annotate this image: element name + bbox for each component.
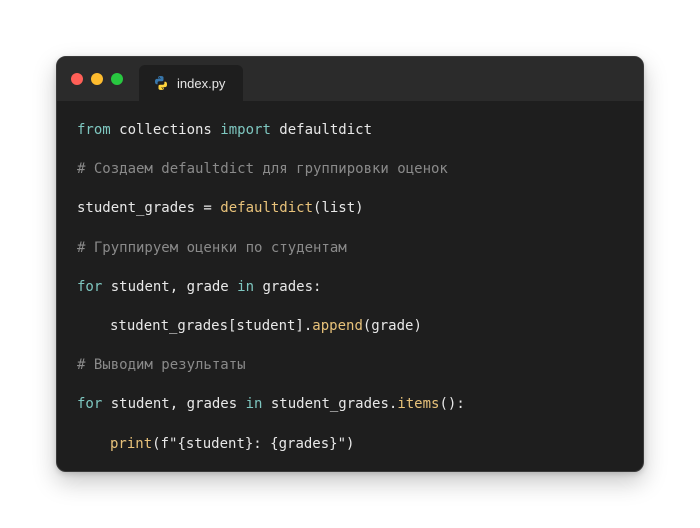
tab-index-py[interactable]: index.py [139,65,243,101]
code-line-3: student_grades = defaultdict(list) [77,189,643,228]
code-text: student_grades[student]. [110,317,313,334]
keyword: in [245,396,263,413]
code-line-1: from collections import defaultdict [77,111,643,150]
title-bar: index.py [57,57,643,101]
code-line-6: student_grades[student].append(grade) [77,307,643,346]
code-line-2: # Создаем defaultdict для группировки оц… [77,150,643,189]
python-icon [153,75,169,91]
function-name: defaultdict [220,200,314,217]
code-text: (): [439,396,465,413]
keyword: for [77,278,103,295]
code-text: student, grade [102,278,238,295]
keyword: from [77,122,111,138]
maximize-window-button[interactable] [111,73,123,85]
code-line-5: for student, grade in grades: [77,268,643,307]
function-name: items [397,396,440,413]
keyword: in [237,278,255,295]
comment: # Группируем оценки по студентам [77,239,347,256]
function-name: append [312,317,363,334]
code-text: (list) [313,200,364,217]
code-line-7: # Выводим результаты [77,346,643,385]
minimize-window-button[interactable] [91,73,103,85]
function-name: print [110,435,153,452]
code-line-4: # Группируем оценки по студентам [77,229,643,268]
code-text: (grade) [362,317,422,334]
code-text: collections [110,122,221,138]
code-text: (f"{student}: {grades}") [152,435,355,452]
code-line-9: print(f"{student}: {grades}") [77,425,643,464]
code-line-8: for student, grades in student_grades.it… [77,385,643,424]
tab-label: index.py [177,75,226,91]
code-text: student_grades. [262,396,398,413]
code-editor[interactable]: from collections import defaultdict # Со… [57,111,643,471]
keyword: import [220,122,271,138]
comment: # Создаем defaultdict для группировки оц… [77,161,448,178]
code-text: defaultdict [270,122,373,138]
code-text: student, grades [102,396,246,413]
keyword: for [77,396,103,413]
close-window-button[interactable] [71,73,83,85]
code-text: grades: [254,278,322,295]
code-text: student_grades = [77,200,221,217]
code-window: index.py from collections import default… [56,56,644,472]
comment: # Выводим результаты [77,357,246,374]
